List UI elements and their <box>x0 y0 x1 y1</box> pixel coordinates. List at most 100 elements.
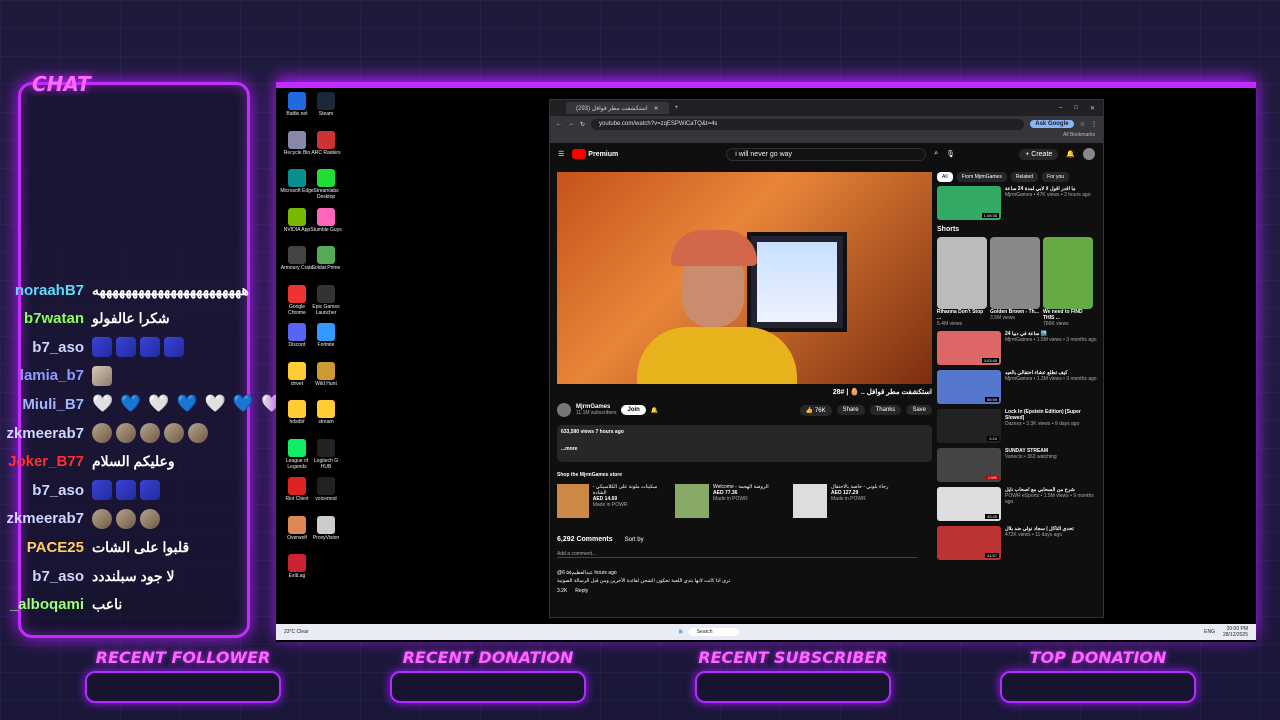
ask-google-button[interactable]: Ask Google <box>1030 120 1074 128</box>
description-box[interactable]: 633,590 views 7 hours ago ...more <box>557 425 932 462</box>
chat-username[interactable]: b7_aso <box>0 482 92 499</box>
desktop-icon[interactable]: Epic Games Launcher <box>309 284 343 316</box>
chat-message-body: قلبوا على الشات <box>92 539 189 556</box>
avatar[interactable] <box>1083 148 1095 160</box>
chat-username[interactable]: lamia_b7 <box>0 367 92 384</box>
duration-badge: 1:08:36 <box>981 213 999 218</box>
desktop-icon[interactable]: stream <box>309 400 343 425</box>
hamburger-icon[interactable]: ☰ <box>558 150 564 158</box>
streamer-figure <box>637 202 797 384</box>
related-video[interactable]: 1:08:36 ما اقدر اقول لا لابي لمدة 24 ساعة… <box>937 186 1097 220</box>
sort-by-button[interactable]: Sort by <box>625 537 644 543</box>
youtube-logo-text[interactable]: Premium <box>588 151 618 158</box>
chat-username[interactable]: Joker_B77 <box>0 453 92 470</box>
comment-like-count[interactable]: 3.2K <box>557 588 567 594</box>
channel-avatar[interactable] <box>557 403 571 417</box>
store-item[interactable]: سكيتات ملونة على الكلاسيكي - الشادة AED 1… <box>557 484 667 518</box>
short-video[interactable]: Rihanna Don't Stop ... 5.4M views <box>937 237 987 327</box>
close-window-icon[interactable]: ✕ <box>1090 105 1095 112</box>
filter-chip[interactable]: From MjrmGames <box>956 172 1007 182</box>
close-icon[interactable]: ✕ <box>654 105 659 112</box>
video-title: استكشفت مطر قوافل .. 🥚 | #28 <box>832 389 932 396</box>
filter-chip[interactable]: All <box>937 172 953 182</box>
reload-icon[interactable]: ↻ <box>580 121 585 128</box>
chat-username[interactable]: _alboqami <box>0 596 92 613</box>
chat-username[interactable]: Miuli_B7 <box>0 396 92 413</box>
desktop-icon[interactable]: Steam <box>309 92 343 117</box>
desktop-icon[interactable]: ProxyVision <box>309 515 343 541</box>
thanks-button[interactable]: Thanks <box>869 405 902 415</box>
desktop-icon-label: Fortnite <box>317 342 335 348</box>
like-button[interactable]: 👍 76K <box>799 404 832 416</box>
taskbar-search[interactable]: Search <box>688 628 739 636</box>
video-player[interactable] <box>557 172 932 384</box>
related-video[interactable]: 45:45 شرح من السحابي مع اصحاب نايل POWR eS… <box>937 487 1097 521</box>
filter-chip[interactable]: For you <box>1042 172 1070 182</box>
desktop-icon[interactable]: Wild Hunt <box>309 361 343 387</box>
mic-icon[interactable]: 🎙 <box>946 150 955 158</box>
all-bookmarks-link[interactable]: All Bookmarks <box>1063 132 1095 138</box>
desktop-icon[interactable]: Soldat Prime <box>309 246 343 271</box>
desktop-icon[interactable]: ARC Raiders <box>309 130 343 156</box>
related-thumbnail: 41:57 <box>937 526 1001 560</box>
desktop-icon[interactable]: Fortnite <box>309 323 343 348</box>
view-count: 633,590 views 7 hours ago <box>561 429 624 435</box>
heart-icon: 💙 <box>232 394 255 414</box>
like-count: 76K <box>814 407 826 414</box>
related-video[interactable]: 2:24 Lock In (Epstein Edition) [Super Slo… <box>937 409 1097 443</box>
store-item[interactable]: رجاء بلوني - خاصة بالاحتفال AED 127.29 Mad… <box>793 484 903 518</box>
related-video[interactable]: 3:03:45 24 ساعة في دبيا 🏙️ MjrmGames • 1.5… <box>937 331 1097 365</box>
desktop-icon-label: Soldat Prime <box>311 265 341 271</box>
minimize-icon[interactable]: – <box>1059 105 1062 112</box>
chat-username[interactable]: b7_aso <box>0 339 92 356</box>
start-icon[interactable]: ⊞ <box>679 629 683 635</box>
chat-username[interactable]: PACE25 <box>0 539 92 556</box>
chat-username[interactable]: b7watan <box>0 310 92 327</box>
desktop-icon[interactable]: Logitech G HUB <box>309 438 343 470</box>
new-tab-icon[interactable]: + <box>675 105 679 111</box>
short-video[interactable]: We need to FIND THIS ... 766K views <box>1043 237 1093 327</box>
reply-button[interactable]: Reply <box>575 588 588 594</box>
save-button[interactable]: Save <box>906 405 932 415</box>
related-video[interactable]: LIVE SUNDAY STREAM Vanecio • 363 watching <box>937 448 1097 482</box>
youtube-logo-icon[interactable] <box>572 149 587 159</box>
clock[interactable]: 20:00 PM 28/12/2025 <box>1223 626 1248 638</box>
short-video[interactable]: Golden Brown - Th... 3.5M views <box>990 237 1040 327</box>
desktop-icon[interactable]: Streamlabs Desktop <box>309 169 343 200</box>
related-video[interactable]: 41:57 تحدي التاكل | سجاد نولي ضد بلال 472K… <box>937 526 1097 560</box>
duration-badge: 45:45 <box>984 514 999 519</box>
chat-username[interactable]: b7_aso <box>0 568 92 585</box>
store-section: Shop the MjrmGames store سكيتات ملونة عل… <box>557 472 932 518</box>
browser-tab[interactable]: استكشفت مطر قوافل (293) ✕ <box>566 102 669 114</box>
filter-chip[interactable]: Related <box>1010 172 1039 182</box>
star-icon[interactable]: ☆ <box>1080 121 1085 128</box>
desktop-icon[interactable]: ExitLag <box>280 554 314 579</box>
add-comment-input[interactable]: Add a comment... <box>557 551 917 558</box>
lang-indicator[interactable]: ENG <box>1204 629 1215 635</box>
desktop-icon[interactable]: voicemod <box>309 477 343 502</box>
short-views: 3.5M views <box>990 315 1016 321</box>
youtube-search-input[interactable]: i will never go way <box>726 147 927 161</box>
weather-widget[interactable]: 23°C Clear <box>284 629 309 635</box>
bell-toggle-icon[interactable]: 🔔 <box>651 407 658 414</box>
desktop-icon[interactable]: Stumble Guys <box>309 207 343 233</box>
related-video[interactable]: 55:59 كيف تطلع عشاء احتفالي بالعيد MjrmGam… <box>937 370 1097 404</box>
chat-username[interactable]: noraahB7 <box>0 282 92 299</box>
url-field[interactable]: youtube.com/watch?v=zqESPWiCaTQ&t=4s <box>591 118 1025 130</box>
search-icon[interactable]: ⌕ <box>934 150 938 158</box>
comment-author[interactable]: @عبدالعظيم٥٥ 6 hours ago <box>557 570 932 576</box>
join-button[interactable]: Join <box>621 405 646 415</box>
create-button[interactable]: + Create <box>1019 148 1059 160</box>
back-icon[interactable]: ← <box>556 121 562 127</box>
chat-username[interactable]: zkmeerab7 <box>0 510 92 527</box>
store-item[interactable]: Welcome - الروضة الهجمة AED 77.36 Made in … <box>675 484 785 518</box>
forward-icon[interactable]: → <box>568 121 574 127</box>
chat-text: لا جود سبلنددد <box>92 567 175 584</box>
maximize-icon[interactable]: □ <box>1074 105 1078 112</box>
share-button[interactable]: Share <box>836 405 865 415</box>
menu-dots-icon[interactable]: ⋮ <box>1091 121 1097 128</box>
more-link[interactable]: ...more <box>561 446 928 453</box>
widget-box <box>85 671 281 703</box>
chat-username[interactable]: zkmeerab7 <box>0 425 92 442</box>
bell-icon[interactable]: 🔔 <box>1066 150 1075 158</box>
